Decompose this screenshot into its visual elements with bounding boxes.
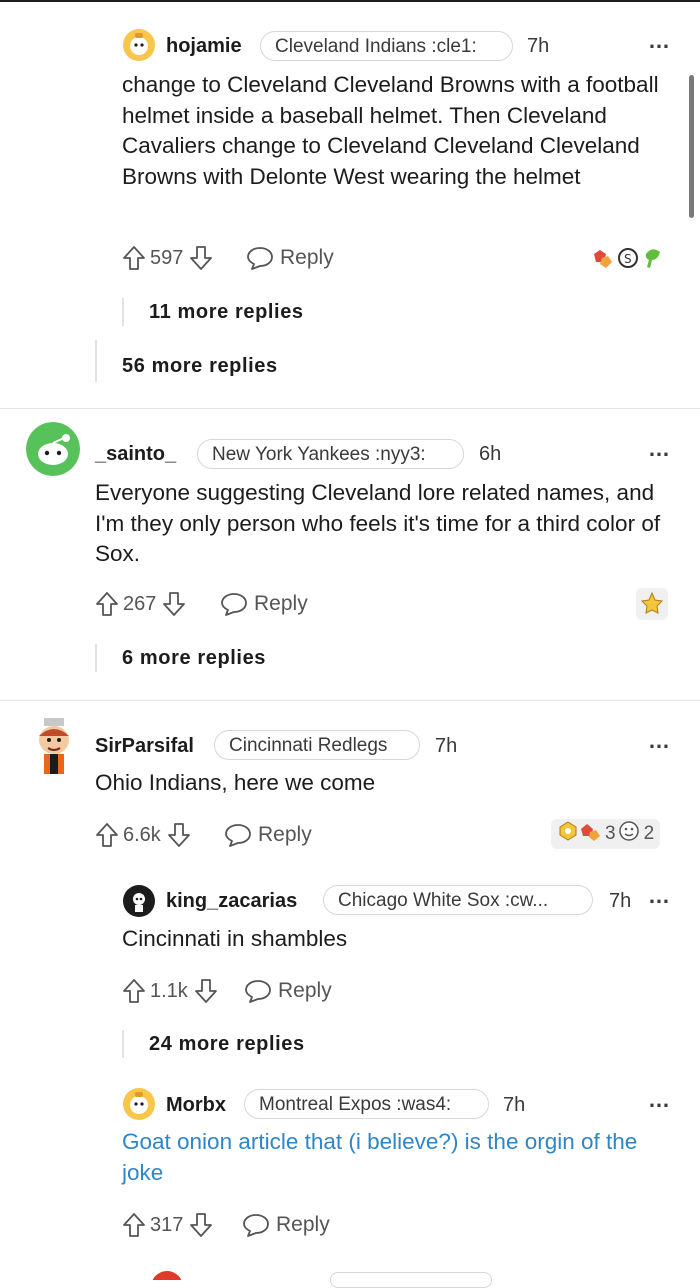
comment-timestamp: 7h	[503, 1094, 526, 1116]
overflow-dots-icon[interactable]: …	[648, 730, 670, 752]
reply-label: Reply	[258, 823, 312, 846]
thread-line[interactable]	[122, 1030, 124, 1058]
award-bar[interactable]: 3 2	[551, 819, 661, 849]
reply-label: Reply	[280, 246, 334, 269]
avatar-partial[interactable]	[150, 1270, 184, 1280]
vote-bar: 6.6k	[95, 820, 191, 850]
reply-bubble-icon	[224, 822, 252, 848]
flair-partial	[330, 1272, 492, 1288]
award-icon[interactable]	[636, 588, 668, 620]
reply-bubble-icon	[246, 245, 274, 271]
upvote-arrow-icon[interactable]	[122, 1212, 146, 1238]
downvote-arrow-icon[interactable]	[189, 1212, 213, 1238]
overflow-dots-icon[interactable]: …	[648, 1089, 670, 1111]
overflow-dots-icon[interactable]: …	[648, 885, 670, 907]
thread-line[interactable]	[95, 644, 97, 672]
vote-bar: 267	[95, 589, 186, 619]
vote-count: 267	[123, 592, 157, 615]
comment-timestamp: 7h	[527, 35, 550, 57]
reply-label: Reply	[276, 1213, 330, 1236]
reply-bubble-icon	[220, 591, 248, 617]
reply-button[interactable]: Reply	[246, 243, 334, 273]
vote-count: 6.6k	[123, 823, 161, 846]
user-flair: Montreal Expos :was4:	[244, 1089, 489, 1119]
reply-button[interactable]: Reply	[242, 1210, 330, 1240]
avatar[interactable]	[122, 1087, 156, 1121]
avatar[interactable]	[122, 28, 156, 62]
comment-username[interactable]: _sainto_	[95, 443, 176, 466]
comment-timestamp: 7h	[609, 890, 632, 912]
vote-bar: 597	[122, 243, 213, 273]
downvote-arrow-icon[interactable]	[194, 978, 218, 1004]
downvote-arrow-icon[interactable]	[162, 591, 186, 617]
vote-bar: 1.1k	[122, 976, 218, 1006]
user-flair: Cincinnati Redlegs	[214, 730, 420, 760]
avatar[interactable]	[26, 422, 80, 476]
top-edge-line	[0, 0, 700, 2]
more-replies-link[interactable]: 6 more replies	[122, 647, 266, 670]
overflow-dots-icon[interactable]: …	[648, 438, 670, 460]
more-replies-link[interactable]: 56 more replies	[122, 355, 278, 378]
comment-timestamp: 6h	[479, 443, 502, 465]
comment-timestamp: 7h	[435, 735, 458, 757]
comment-username[interactable]: hojamie	[166, 35, 242, 58]
reply-button[interactable]: Reply	[244, 976, 332, 1006]
award-icons[interactable]: S	[590, 244, 664, 272]
comment-username[interactable]: king_zacarias	[166, 890, 297, 913]
comment-body: Everyone suggesting Cleveland lore relat…	[95, 480, 661, 566]
reply-label: Reply	[278, 979, 332, 1002]
reply-label: Reply	[254, 592, 308, 615]
svg-text:S: S	[624, 252, 632, 266]
thread-line[interactable]	[122, 298, 124, 326]
vote-count: 317	[150, 1213, 184, 1236]
thread-line[interactable]	[95, 340, 97, 382]
upvote-arrow-icon[interactable]	[122, 245, 146, 271]
avatar[interactable]	[122, 884, 156, 918]
user-flair: Cleveland Indians :cle1:	[260, 31, 513, 61]
vote-count: 1.1k	[150, 979, 188, 1002]
award-icon	[618, 820, 640, 848]
reply-button[interactable]: Reply	[220, 589, 308, 619]
upvote-arrow-icon[interactable]	[95, 591, 119, 617]
upvote-arrow-icon[interactable]	[95, 822, 119, 848]
award-count: 2	[643, 823, 655, 844]
user-flair: New York Yankees :nyy3:	[197, 439, 464, 469]
overflow-dots-icon[interactable]: …	[648, 30, 670, 52]
comment-divider	[0, 408, 700, 409]
award-count: 3	[605, 823, 616, 844]
upvote-arrow-icon[interactable]	[122, 978, 146, 1004]
downvote-arrow-icon[interactable]	[167, 822, 191, 848]
avatar[interactable]	[30, 716, 78, 776]
more-replies-link[interactable]: 11 more replies	[149, 301, 304, 324]
vote-bar: 317	[122, 1210, 213, 1240]
comment-body: Cincinnati in shambles	[122, 926, 348, 951]
downvote-arrow-icon[interactable]	[189, 245, 213, 271]
comment-username[interactable]: Morbx	[166, 1094, 226, 1117]
award-icon	[579, 820, 603, 848]
comment-body-link[interactable]: Goat onion article that (i believe?) is …	[122, 1127, 667, 1188]
reply-button[interactable]: Reply	[224, 820, 312, 850]
user-flair: Chicago White Sox :cw...	[323, 885, 593, 915]
comment-body: change to Cleveland Cleveland Browns wit…	[122, 72, 659, 189]
award-icon	[557, 820, 579, 848]
scrollbar[interactable]	[689, 75, 694, 218]
comment-body: Ohio Indians, here we come	[95, 770, 376, 795]
comment-username[interactable]: SirParsifal	[95, 735, 194, 758]
more-replies-link[interactable]: 24 more replies	[149, 1033, 305, 1056]
comment-divider	[0, 700, 700, 701]
vote-count: 597	[150, 246, 184, 269]
reply-bubble-icon	[242, 1212, 270, 1238]
reply-bubble-icon	[244, 978, 272, 1004]
